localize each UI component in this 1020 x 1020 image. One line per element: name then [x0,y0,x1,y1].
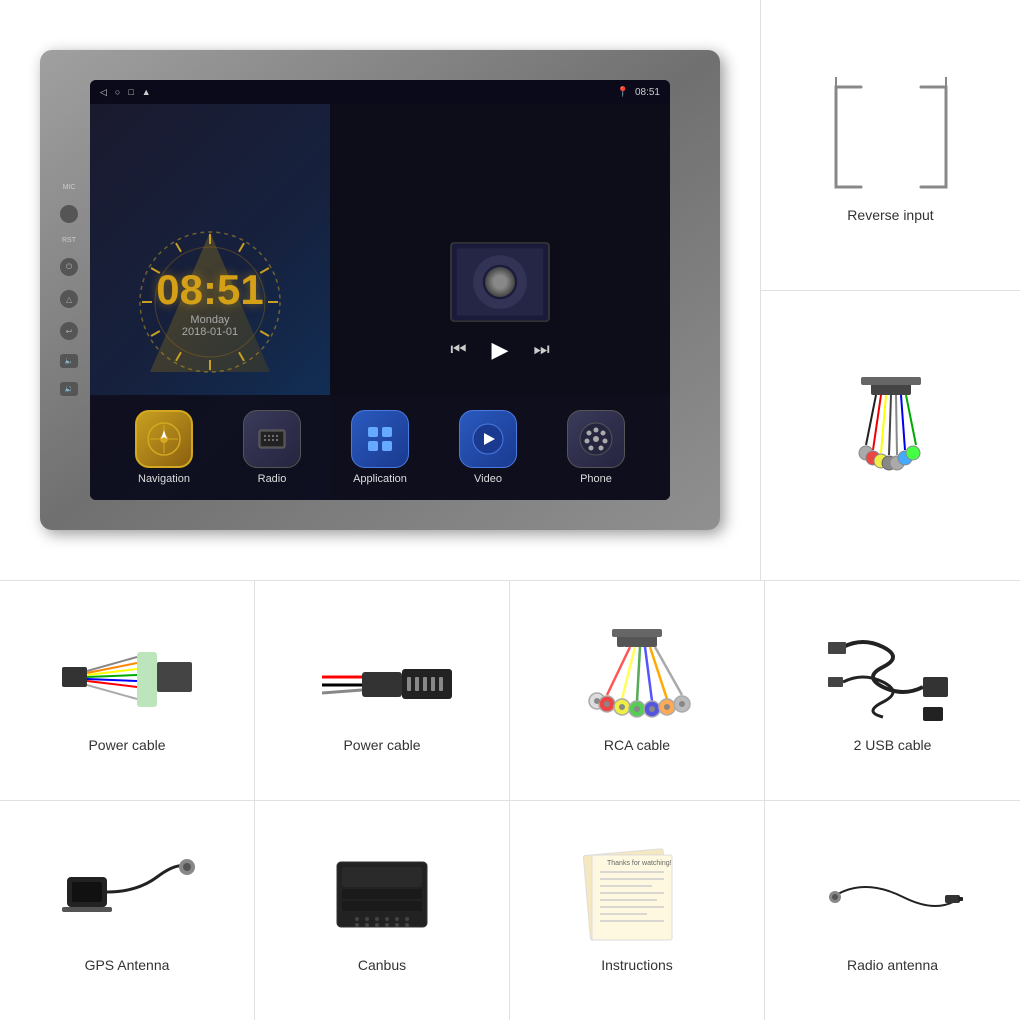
app-radio[interactable]: Radio [243,410,301,485]
recents-icon: □ [128,87,133,97]
reverse-bottom [761,291,1020,581]
back-icon: ◁ [100,87,107,98]
canbus-label: Canbus [358,957,406,973]
power-cable-2-label: Power cable [343,737,420,753]
gps-antenna-image [57,847,197,947]
canbus-cell: Canbus [255,801,510,1020]
clock-date: 2018-01-01 [182,326,238,338]
power-cable-1-label: Power cable [88,737,165,753]
forward-button[interactable]: ⏭ [533,339,549,360]
clock-time: 08:51 [156,266,263,314]
radio-antenna-image [823,847,963,947]
vol-up-button[interactable]: 🔉 [60,382,78,396]
screen[interactable]: ◁ ○ □ ▲ 📍 08:51 [90,80,670,500]
usb-cable-image [823,627,963,727]
album-art [450,242,550,322]
status-left: ◁ ○ □ ▲ [100,87,151,98]
power-cable-1-cell: Power cable [0,581,255,801]
mic-label: MIC [63,184,76,191]
status-time: 08:51 [635,87,660,98]
usb-cable-cell: 2 USB cable [765,581,1020,801]
power-cable-2-cell: Power cable [255,581,510,801]
back-side-button[interactable]: ↩ [60,322,78,340]
rst-button[interactable]: ⏻ [60,258,78,276]
canbus-image [312,847,452,947]
media-controls[interactable]: ⏮ ▶ ⏭ [450,337,549,363]
stereo-unit: MIC RST ⏻ △ ↩ 🔈 🔉 [40,50,720,530]
mic-button[interactable] [60,205,78,223]
application-icon [351,410,409,468]
reverse-cable-svg [821,375,961,495]
radio-icon [243,410,301,468]
stereo-container: MIC RST ⏻ △ ↩ 🔈 🔉 [0,0,760,580]
app-phone[interactable]: Phone [567,410,625,485]
app-video[interactable]: Video [459,410,517,485]
usb-cable-label: 2 USB cable [854,737,932,753]
navigation-icon [135,410,193,468]
accessories-grid: Power cable Power cable [0,580,1020,1020]
play-button[interactable]: ▶ [492,337,509,363]
power-cable-2-image [312,627,452,727]
navigation-label: Navigation [138,473,190,485]
gps-antenna-cell: GPS Antenna [0,801,255,1020]
instructions-image: Thanks for watching! [567,847,707,947]
home-icon: ○ [115,87,120,97]
phone-label: Phone [580,473,612,485]
clock-day: Monday [190,314,229,326]
rst-label: RST [62,237,76,244]
instructions-label: Instructions [601,957,673,973]
app-application[interactable]: Application [351,410,409,485]
stereo-left-buttons: MIC RST ⏻ △ ↩ 🔈 🔉 [60,184,78,396]
radio-antenna-cell: Radio antenna [765,801,1020,1020]
reverse-panel: Reverse input [760,0,1020,580]
reverse-input-label: Reverse input [847,207,933,223]
power-cable-1-image [57,627,197,727]
vol-down-button[interactable]: 🔈 [60,354,78,368]
radio-label: Radio [258,473,287,485]
apps-row: Navigation [90,395,670,500]
status-right: 📍 08:51 [617,87,660,98]
status-bar: ◁ ○ □ ▲ 📍 08:51 [90,80,670,104]
reverse-brackets-svg [811,67,971,207]
gps-antenna-label: GPS Antenna [85,957,170,973]
rca-cable-cell: RCA cable [510,581,765,801]
app-navigation[interactable]: Navigation [135,410,193,485]
wifi-icon: ▲ [142,87,151,97]
video-label: Video [474,473,502,485]
rewind-button[interactable]: ⏮ [450,339,466,360]
video-icon [459,410,517,468]
instructions-cell: Thanks for watching! Instructions [510,801,765,1020]
radio-antenna-label: Radio antenna [847,957,938,973]
gps-icon: 📍 [617,87,629,98]
rca-cable-image [567,627,707,727]
application-label: Application [353,473,407,485]
svg-text:Thanks for watching!: Thanks for watching! [607,860,672,867]
phone-icon [567,410,625,468]
reverse-top: Reverse input [761,0,1020,291]
home-side-button[interactable]: △ [60,290,78,308]
rca-cable-label: RCA cable [604,737,670,753]
